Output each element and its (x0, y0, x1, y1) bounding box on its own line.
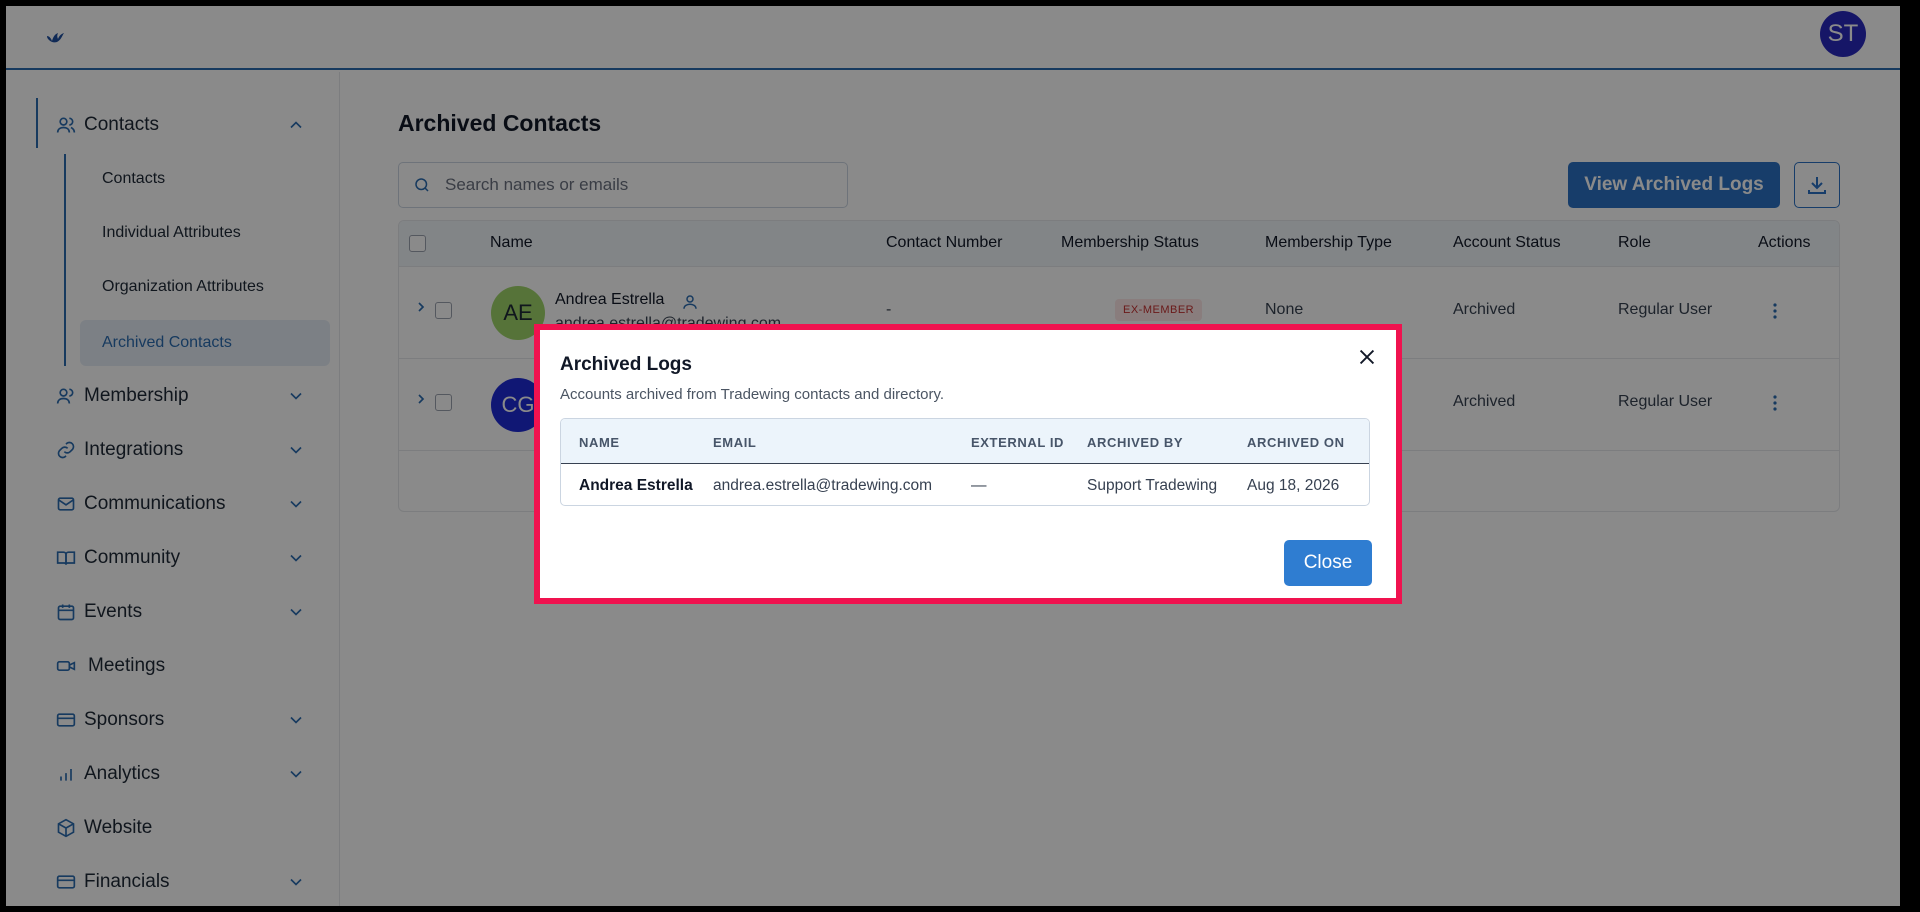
close-icon[interactable] (1356, 346, 1378, 368)
dialog-subtitle: Accounts archived from Tradewing contact… (560, 386, 945, 403)
log-name: Andrea Estrella (579, 477, 693, 494)
dialog-title: Archived Logs (560, 354, 692, 375)
log-archived-by: Support Tradewing (1087, 477, 1218, 494)
log-archived-on: Aug 18, 2026 (1247, 477, 1340, 494)
column-header: EMAIL (713, 435, 757, 450)
app-window: ST Contacts Contacts Individual Attribut… (6, 6, 1900, 906)
logs-table-header: NAME EMAIL EXTERNAL ID ARCHIVED BY ARCHI… (561, 419, 1369, 464)
archived-logs-dialog: Archived Logs Accounts archived from Tra… (534, 324, 1402, 604)
column-header: ARCHIVED BY (1087, 435, 1184, 450)
column-header: EXTERNAL ID (971, 435, 1065, 450)
log-email: andrea.estrella@tradewing.com (713, 477, 933, 494)
column-header: ARCHIVED ON (1247, 435, 1345, 450)
column-header: NAME (579, 435, 620, 450)
logs-table: NAME EMAIL EXTERNAL ID ARCHIVED BY ARCHI… (560, 418, 1370, 506)
log-external-id: — (971, 477, 987, 494)
close-button[interactable]: Close (1284, 540, 1372, 586)
